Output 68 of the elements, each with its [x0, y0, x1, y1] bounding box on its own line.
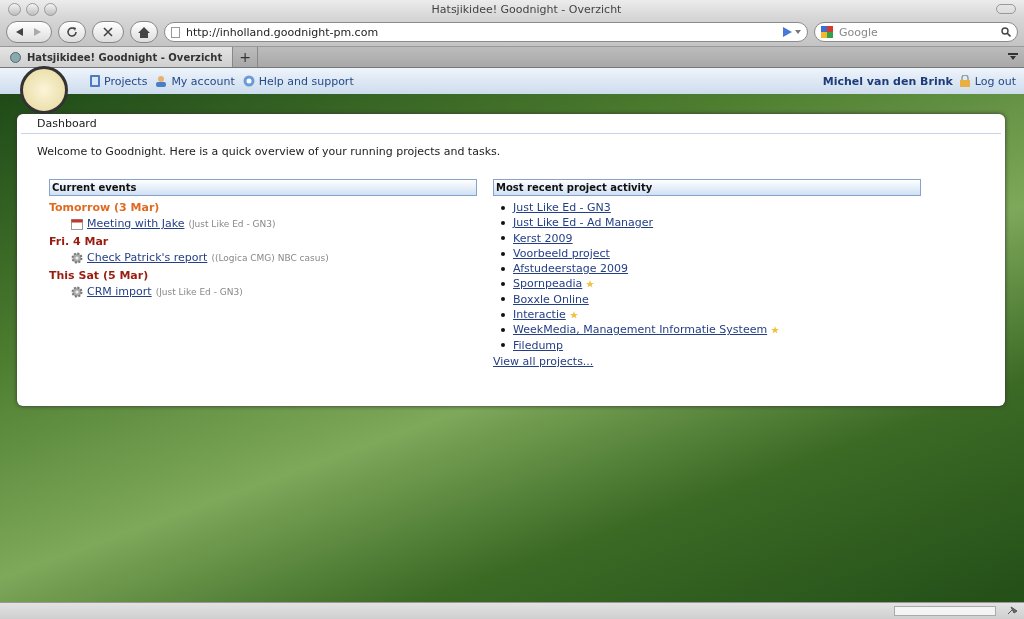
- star-icon: [586, 280, 595, 289]
- event-link[interactable]: Check Patrick's report: [87, 251, 208, 264]
- star-icon: [771, 326, 780, 334]
- project-link[interactable]: Spornpeadia: [513, 276, 583, 292]
- day-heading: Fri. 4 Mar: [49, 235, 110, 248]
- padlock-icon: [958, 75, 971, 87]
- bullet-icon: [501, 220, 505, 225]
- event-link[interactable]: CRM import: [87, 285, 152, 298]
- reload-icon: [66, 26, 78, 38]
- bullet-icon: [501, 236, 505, 241]
- address-field[interactable]: http://inholland.goodnight-pm.com: [164, 22, 808, 42]
- user-name: Michel van den Brink: [822, 74, 953, 88]
- nav-link[interactable]: Projects: [90, 74, 148, 88]
- nav-link[interactable]: Help and support: [242, 74, 354, 88]
- browser-tab[interactable]: Hatsjikidee! Goodnight - Overzicht: [0, 47, 234, 67]
- project-link[interactable]: Voorbeeld project: [513, 245, 610, 262]
- search-field[interactable]: Google: [814, 22, 1018, 42]
- logout-link[interactable]: Log out: [958, 74, 1016, 88]
- search-engine-icon: [821, 26, 833, 38]
- project-link[interactable]: Kerst 2009: [513, 230, 573, 246]
- panel-title: Dashboard: [21, 114, 1001, 134]
- reload-button[interactable]: [58, 21, 86, 43]
- go-arrow-icon[interactable]: [783, 27, 801, 37]
- pin-icon: [1006, 606, 1018, 616]
- day-heading: Tomorrow (3 Mar): [49, 201, 161, 214]
- home-button[interactable]: [130, 21, 158, 43]
- project-link[interactable]: WeekMedia, Management Informatie Systeem: [513, 322, 768, 338]
- project-link[interactable]: Boxxle Online: [513, 291, 589, 308]
- star-icon: [569, 310, 578, 319]
- bullet-icon: [501, 282, 505, 287]
- help-icon: [242, 75, 255, 87]
- home-icon: [138, 26, 150, 38]
- window-title: Hatsjikidee! Goodnight - Overzicht: [430, 2, 623, 16]
- section-header: Current events: [49, 179, 477, 196]
- project-link[interactable]: Interactie: [513, 307, 566, 323]
- view-all-link[interactable]: View all projects...: [493, 354, 594, 368]
- search-input[interactable]: Google: [837, 24, 997, 40]
- project-link[interactable]: Just Like Ed - GN3: [513, 200, 611, 216]
- gear-icon: [71, 251, 83, 264]
- bullet-icon: [501, 312, 505, 317]
- search-icon: [1001, 27, 1011, 37]
- section-header: Most recent project activity: [493, 179, 921, 196]
- project-name: (Just Like Ed - GN3): [155, 286, 243, 297]
- bullet-icon: [501, 297, 505, 302]
- project-link[interactable]: Afstudeerstage 2009: [513, 261, 629, 277]
- person-icon: [155, 75, 168, 87]
- back-forward-button[interactable]: [6, 21, 52, 43]
- bullet-icon: [501, 266, 505, 271]
- page-icon: [171, 26, 180, 38]
- new-tab-button[interactable]: +: [233, 47, 259, 67]
- close-icon: [103, 27, 113, 37]
- gear-icon: [71, 285, 83, 298]
- project-link[interactable]: Filedump: [513, 337, 564, 353]
- stop-button[interactable]: [92, 21, 124, 43]
- bullet-icon: [501, 251, 505, 256]
- bullet-icon: [501, 328, 505, 332]
- nav-link[interactable]: My account: [155, 74, 235, 88]
- intro-text: Welcome to Goodnight. Here is a quick overview of your running projects and tasks.: [36, 144, 502, 158]
- bullet-icon: [501, 343, 505, 348]
- globe-icon: [10, 51, 21, 63]
- book-icon: [90, 75, 100, 87]
- bullet-icon: [501, 205, 505, 210]
- calendar-icon: [71, 217, 83, 230]
- day-heading: This Sat (5 Mar): [49, 269, 150, 282]
- event-link[interactable]: Meeting with Jake: [87, 217, 185, 230]
- project-name: (Just Like Ed - GN3): [188, 218, 276, 229]
- project-link[interactable]: Just Like Ed - Ad Manager: [513, 215, 654, 231]
- project-name: ((Logica CMG) NBC casus): [211, 252, 329, 263]
